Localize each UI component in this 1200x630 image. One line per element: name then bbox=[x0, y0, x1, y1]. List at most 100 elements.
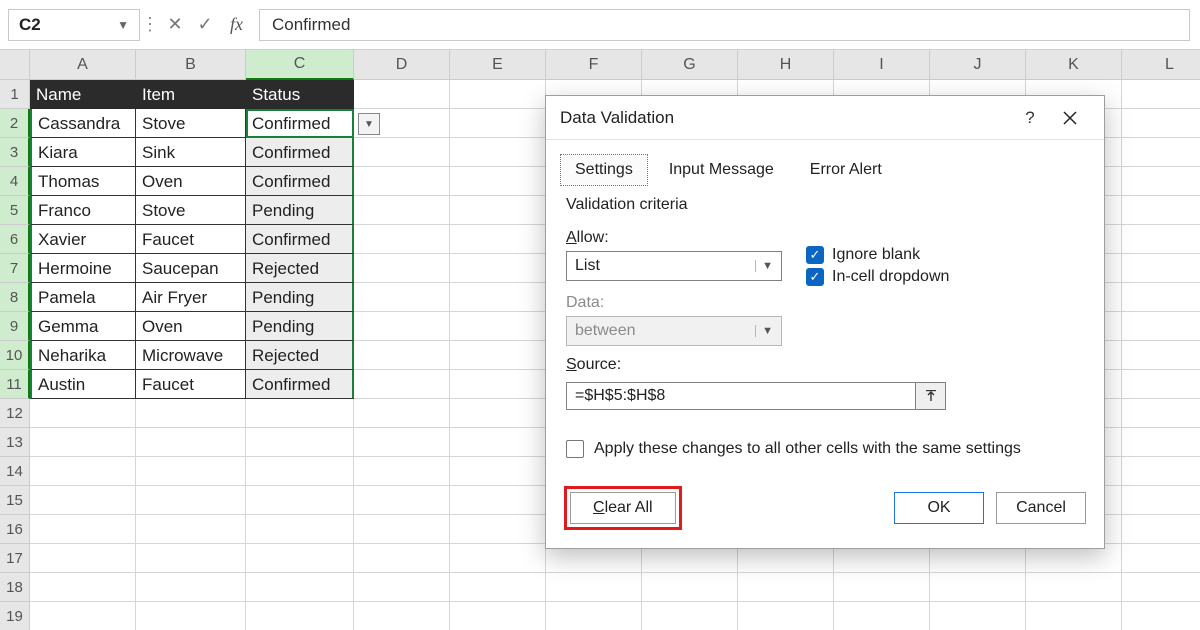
cell[interactable] bbox=[354, 254, 450, 283]
cell[interactable]: Sink bbox=[136, 138, 246, 167]
cell[interactable] bbox=[354, 399, 450, 428]
clear-all-button[interactable]: Clear All bbox=[570, 492, 676, 524]
cell[interactable] bbox=[354, 573, 450, 602]
column-header[interactable]: B bbox=[136, 50, 246, 80]
cell[interactable] bbox=[1122, 399, 1200, 428]
cell[interactable] bbox=[136, 428, 246, 457]
cell[interactable]: Kiara bbox=[30, 138, 136, 167]
column-header[interactable]: K bbox=[1026, 50, 1122, 80]
cell[interactable]: Name bbox=[30, 80, 136, 109]
row-header[interactable]: 2 bbox=[0, 109, 30, 138]
row-header[interactable]: 15 bbox=[0, 486, 30, 515]
cell[interactable] bbox=[1122, 602, 1200, 630]
column-header[interactable]: A bbox=[30, 50, 136, 80]
row-header[interactable]: 3 bbox=[0, 138, 30, 167]
row-header[interactable]: 14 bbox=[0, 457, 30, 486]
cell[interactable] bbox=[1026, 602, 1122, 630]
column-header[interactable]: D bbox=[354, 50, 450, 80]
column-header[interactable]: F bbox=[546, 50, 642, 80]
cell[interactable] bbox=[1026, 573, 1122, 602]
cell[interactable]: Pending bbox=[246, 312, 354, 341]
row-header[interactable]: 12 bbox=[0, 399, 30, 428]
tab-settings[interactable]: Settings bbox=[560, 154, 648, 186]
cell[interactable] bbox=[354, 428, 450, 457]
allow-combo[interactable]: List ▼ bbox=[566, 251, 782, 281]
cell[interactable] bbox=[354, 138, 450, 167]
cell[interactable] bbox=[1122, 283, 1200, 312]
row-header[interactable]: 1 bbox=[0, 80, 30, 109]
dialog-titlebar[interactable]: Data Validation ? bbox=[546, 96, 1104, 140]
cell[interactable] bbox=[738, 573, 834, 602]
cell[interactable]: Neharika bbox=[30, 341, 136, 370]
cell[interactable]: Air Fryer bbox=[136, 283, 246, 312]
cell[interactable] bbox=[1122, 544, 1200, 573]
cell[interactable] bbox=[1122, 428, 1200, 457]
cell[interactable]: Saucepan bbox=[136, 254, 246, 283]
row-header[interactable]: 4 bbox=[0, 167, 30, 196]
cell[interactable] bbox=[354, 167, 450, 196]
cell[interactable] bbox=[30, 428, 136, 457]
cell[interactable] bbox=[136, 573, 246, 602]
cell[interactable] bbox=[450, 602, 546, 630]
in-cell-dropdown-checkbox[interactable]: ✓ bbox=[806, 268, 824, 286]
cell[interactable]: Pending bbox=[246, 283, 354, 312]
row-header[interactable]: 18 bbox=[0, 573, 30, 602]
row-header[interactable]: 13 bbox=[0, 428, 30, 457]
chevron-down-icon[interactable]: ▼ bbox=[74, 18, 129, 32]
apply-to-others-checkbox[interactable]: ✓ bbox=[566, 440, 584, 458]
cell[interactable]: Cassandra bbox=[30, 109, 136, 138]
cell[interactable] bbox=[246, 544, 354, 573]
cell[interactable] bbox=[834, 573, 930, 602]
cell[interactable] bbox=[450, 544, 546, 573]
cell[interactable] bbox=[30, 486, 136, 515]
cell[interactable] bbox=[1122, 370, 1200, 399]
cell[interactable] bbox=[450, 225, 546, 254]
cell[interactable]: Oven bbox=[136, 167, 246, 196]
cell[interactable] bbox=[136, 399, 246, 428]
cell[interactable] bbox=[354, 80, 450, 109]
cell[interactable] bbox=[136, 457, 246, 486]
fx-icon[interactable]: fx bbox=[220, 14, 253, 35]
formula-input[interactable]: Confirmed bbox=[259, 9, 1190, 41]
cell[interactable]: Pamela bbox=[30, 283, 136, 312]
cancel-button[interactable]: Cancel bbox=[996, 492, 1086, 524]
cell[interactable] bbox=[1122, 167, 1200, 196]
cell[interactable] bbox=[450, 399, 546, 428]
cell[interactable] bbox=[246, 399, 354, 428]
cell[interactable] bbox=[1122, 486, 1200, 515]
cell[interactable]: Confirmed bbox=[246, 167, 354, 196]
tab-error-alert[interactable]: Error Alert bbox=[795, 154, 897, 186]
cell[interactable] bbox=[354, 225, 450, 254]
cell[interactable] bbox=[450, 486, 546, 515]
formula-accept-button[interactable]: ✓ bbox=[190, 10, 220, 40]
cell[interactable]: Rejected bbox=[246, 254, 354, 283]
cell[interactable]: Confirmed bbox=[246, 225, 354, 254]
cell[interactable] bbox=[450, 341, 546, 370]
ignore-blank-checkbox[interactable]: ✓ bbox=[806, 246, 824, 264]
cell[interactable] bbox=[354, 370, 450, 399]
cell[interactable]: Microwave bbox=[136, 341, 246, 370]
cell[interactable] bbox=[450, 428, 546, 457]
cell[interactable] bbox=[1122, 109, 1200, 138]
cell[interactable] bbox=[246, 457, 354, 486]
cell[interactable]: Stove bbox=[136, 109, 246, 138]
column-header[interactable]: H bbox=[738, 50, 834, 80]
cell[interactable] bbox=[30, 602, 136, 630]
row-header[interactable]: 8 bbox=[0, 283, 30, 312]
cell[interactable] bbox=[450, 457, 546, 486]
cell[interactable] bbox=[136, 602, 246, 630]
column-header[interactable]: L bbox=[1122, 50, 1200, 80]
cell[interactable]: Confirmed bbox=[246, 370, 354, 399]
cell[interactable] bbox=[354, 457, 450, 486]
cell[interactable]: Oven bbox=[136, 312, 246, 341]
row-header[interactable]: 7 bbox=[0, 254, 30, 283]
name-box[interactable]: C2 ▼ bbox=[8, 9, 140, 41]
cell[interactable] bbox=[450, 573, 546, 602]
row-header[interactable]: 19 bbox=[0, 602, 30, 630]
cell[interactable]: Item bbox=[136, 80, 246, 109]
cell[interactable]: Franco bbox=[30, 196, 136, 225]
cell[interactable]: Gemma bbox=[30, 312, 136, 341]
select-all-corner[interactable] bbox=[0, 50, 30, 80]
cell[interactable]: Xavier bbox=[30, 225, 136, 254]
row-header[interactable]: 10 bbox=[0, 341, 30, 370]
